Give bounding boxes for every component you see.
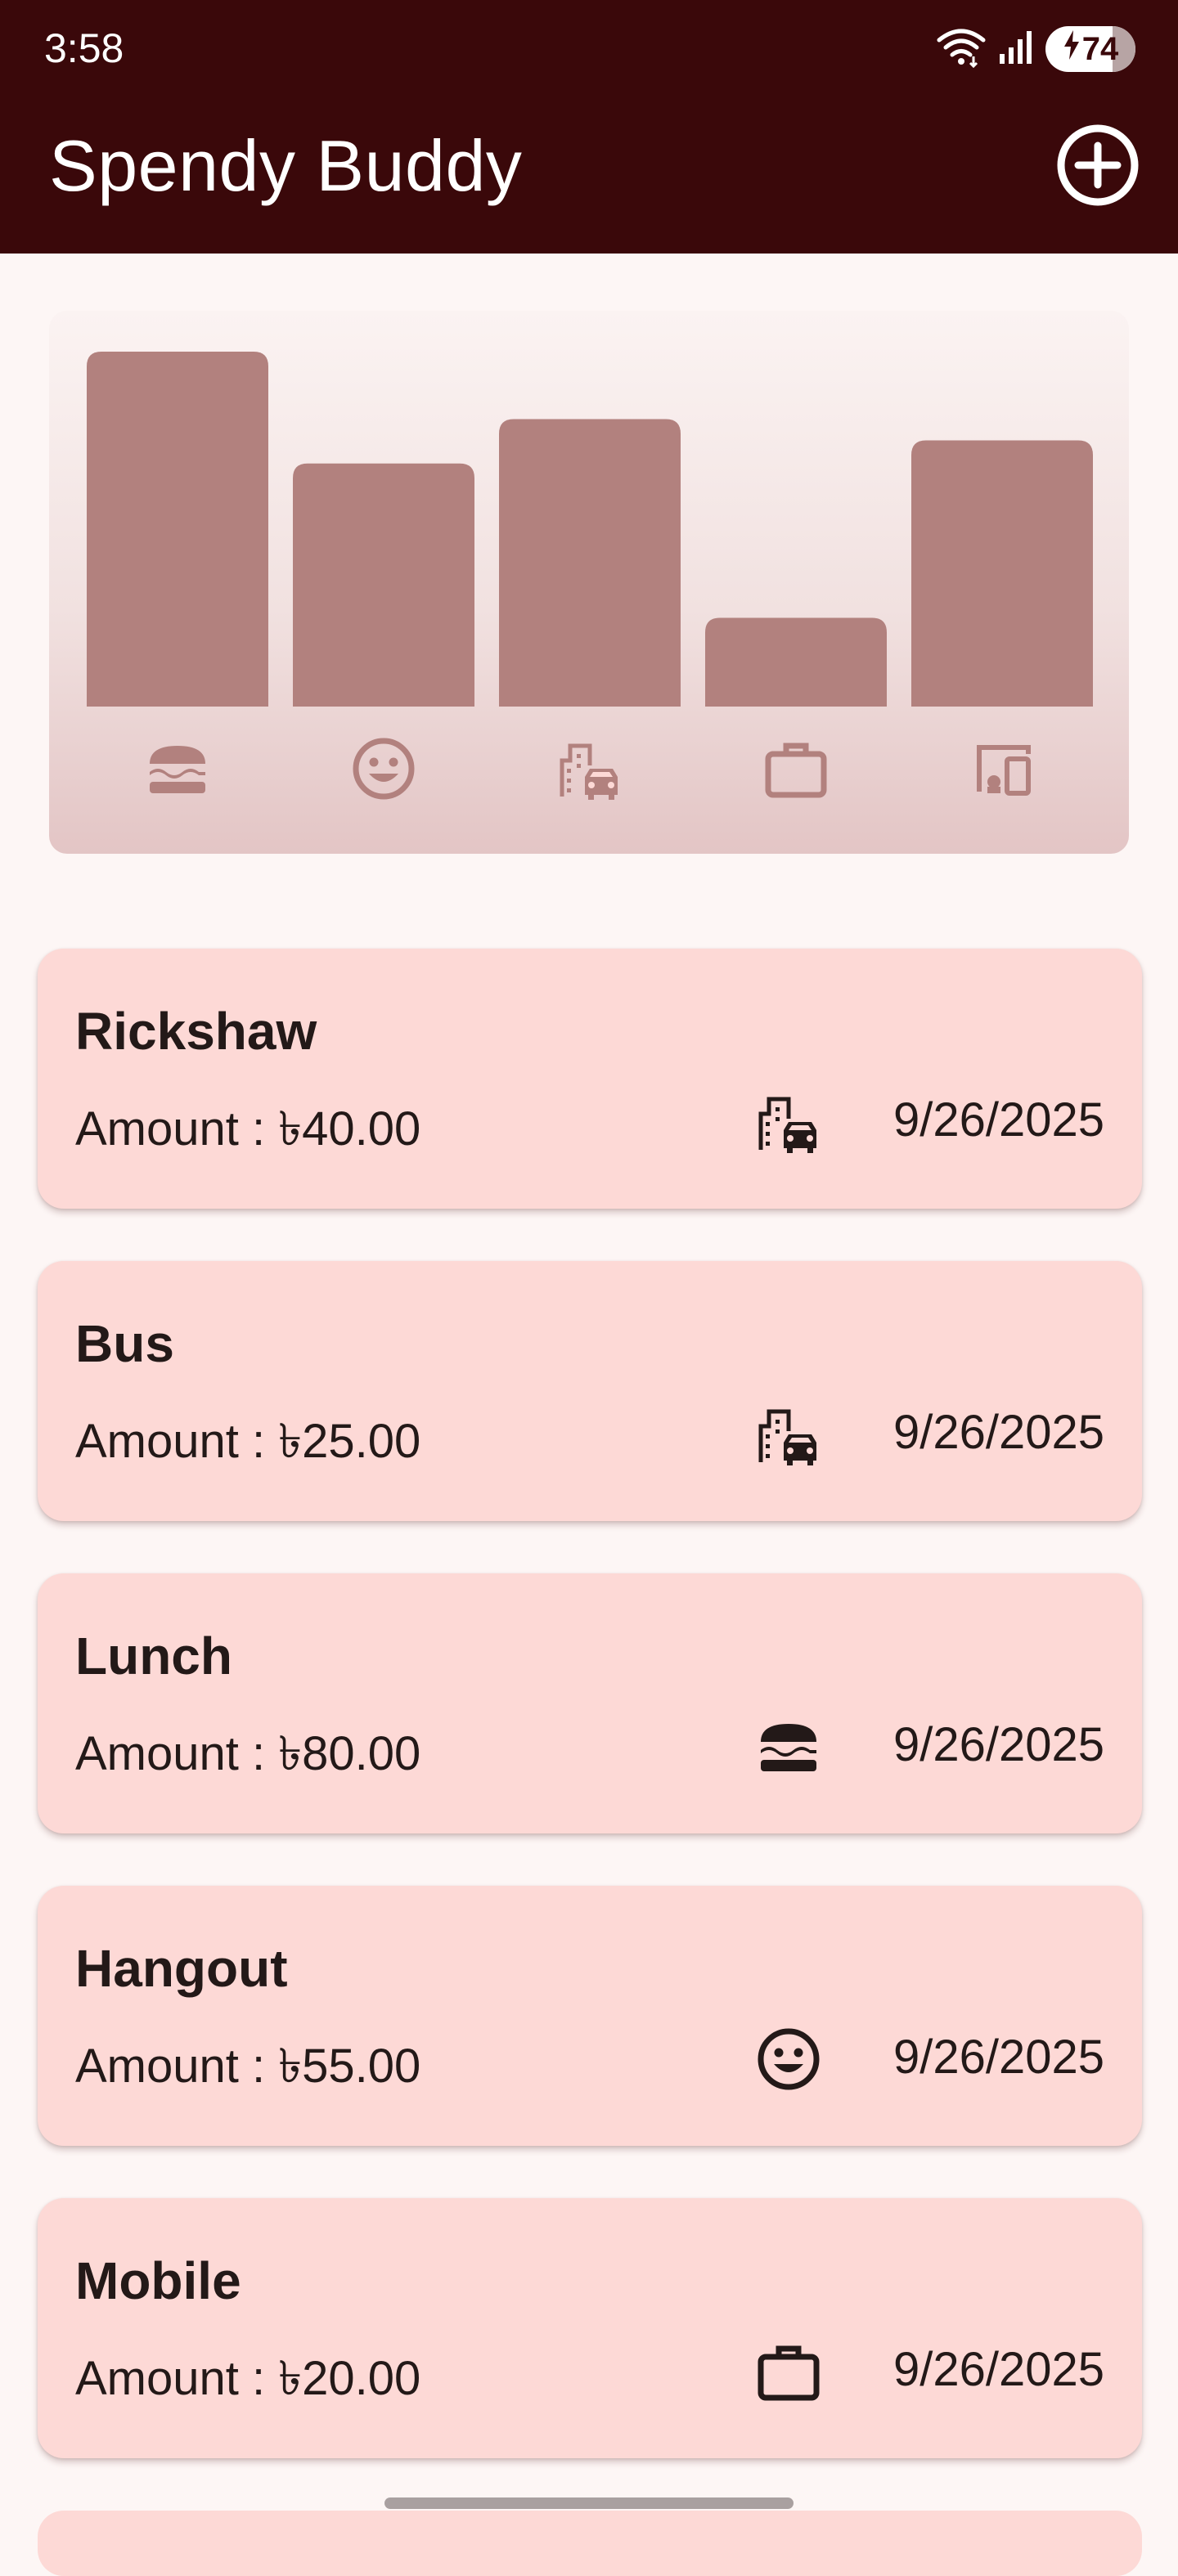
chart-bar-food [87,352,268,707]
expense-card[interactable]: Mobile Amount : ৳20.00 9/26/2025 [38,2198,1142,2458]
expense-title: Hangout [75,1939,288,1998]
expense-title: Mobile [75,2251,241,2310]
travel-icon [560,743,618,800]
expense-card[interactable]: Hangout Amount : ৳55.00 9/26/2025 [38,1886,1142,2146]
chart-bar-travel [499,419,681,707]
travel-icon [754,1400,823,1469]
devices-icon [977,745,1031,796]
expense-amount: Amount : ৳55.00 [75,2040,421,2093]
list-item-partial[interactable] [38,2511,1142,2576]
expense-date: 9/26/2025 [892,2343,1104,2396]
expense-title: Bus [75,1314,174,1373]
spending-chart [49,311,1129,854]
expense-amount: Amount : ৳40.00 [75,1102,421,1156]
expense-list: Rickshaw Amount : ৳40.00 9/26/2025 Bus A… [38,949,1142,2511]
expense-amount: Amount : ৳80.00 [75,1727,421,1780]
expense-card[interactable]: Lunch Amount : ৳80.00 9/26/2025 [38,1573,1142,1833]
expense-title: Lunch [75,1627,232,1685]
app-bar: 3:58 74 Spendy Buddy [0,0,1178,254]
chart-canvas [87,352,1093,800]
status-icons: 74 [936,25,1135,74]
expense-title: Rickshaw [75,1002,317,1061]
travel-icon [754,1088,823,1156]
chart-bar-mobile [911,440,1093,707]
add-expense-button[interactable] [1055,124,1140,209]
add-circle-icon [1055,123,1140,212]
expense-card[interactable]: Rickshaw Amount : ৳40.00 9/26/2025 [38,949,1142,1209]
status-time: 3:58 [44,25,124,71]
chart-bar-leisure [293,463,474,707]
expense-amount: Amount : ৳25.00 [75,1415,421,1468]
briefcase-icon [765,743,827,798]
expense-amount: Amount : ৳20.00 [75,2352,421,2405]
smiley-icon [754,2025,823,2094]
charging-bolt-icon [1063,30,1081,68]
expense-date: 9/26/2025 [892,1406,1104,1459]
burger-icon [754,1712,823,1781]
briefcase-icon [754,2337,823,2406]
expense-card[interactable]: Bus Amount : ৳25.00 9/26/2025 [38,1261,1142,1521]
battery-indicator: 74 [1045,26,1135,72]
expense-date: 9/26/2025 [892,1718,1104,1771]
expense-date: 9/26/2025 [892,2031,1104,2084]
expense-date: 9/26/2025 [892,1093,1104,1147]
chart-bar-work [705,617,887,707]
signal-icon [998,29,1034,70]
app-title: Spendy Buddy [49,125,523,206]
smiley-icon [353,738,415,800]
wifi-icon [936,27,987,72]
gesture-nav-handle[interactable] [384,2497,794,2509]
battery-level: 74 [1081,30,1119,67]
burger-icon [150,746,205,793]
